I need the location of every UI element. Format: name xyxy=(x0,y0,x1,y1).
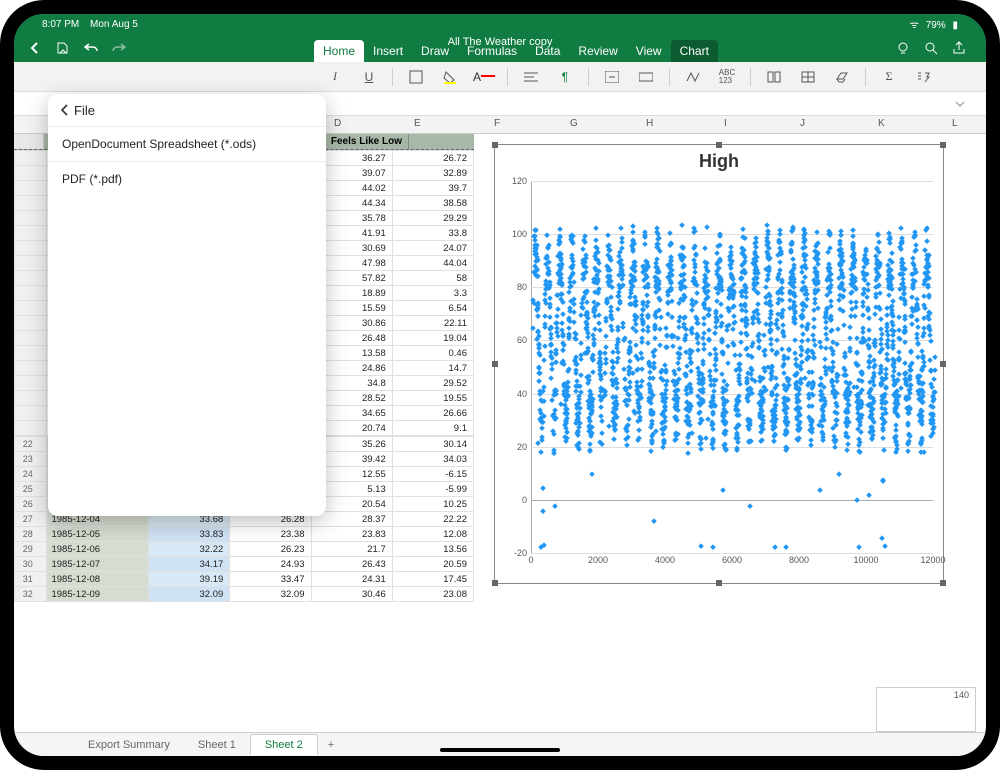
merge-button[interactable] xyxy=(601,66,623,88)
cell-styles-button[interactable] xyxy=(763,66,785,88)
chart-object[interactable]: High -20020406080100120 0200040006000800… xyxy=(494,144,944,584)
insert-delete-button[interactable] xyxy=(635,66,657,88)
wifi-icon: ᯤ xyxy=(910,20,919,31)
battery-icon: ▮ xyxy=(952,20,958,31)
separator xyxy=(392,68,393,86)
separator xyxy=(588,68,589,86)
ipad-frame: 8:07 PM Mon Aug 5 ᯤ 79% ▮ All The Weathe… xyxy=(0,0,1000,770)
borders-button[interactable] xyxy=(405,66,427,88)
add-sheet-button[interactable]: + xyxy=(318,735,344,755)
tab-chart[interactable]: Chart xyxy=(671,40,718,62)
align-button[interactable] xyxy=(520,66,542,88)
chevron-left-icon xyxy=(58,103,72,117)
tab-draw[interactable]: Draw xyxy=(412,40,458,62)
sheet-tab-bar: Export Summary Sheet 1 Sheet 2 + xyxy=(14,732,986,756)
tab-review[interactable]: Review xyxy=(569,40,626,62)
insert-cells-button[interactable] xyxy=(797,66,819,88)
tab-insert[interactable]: Insert xyxy=(364,40,412,62)
resize-handle[interactable] xyxy=(940,142,946,148)
sheet-tab[interactable]: Sheet 2 xyxy=(250,734,318,755)
ribbon-toolbar: I U A ¶ ABC123 Σ xyxy=(14,62,986,92)
export-option-ods[interactable]: OpenDocument Spreadsheet (*.ods) xyxy=(48,126,326,161)
number-format-button[interactable] xyxy=(682,66,704,88)
undo-button[interactable] xyxy=(80,37,102,59)
resize-handle[interactable] xyxy=(492,580,498,586)
search-icon[interactable] xyxy=(920,37,942,59)
separator xyxy=(750,68,751,86)
chart-title[interactable]: High xyxy=(495,151,943,172)
resize-handle[interactable] xyxy=(716,580,722,586)
sort-filter-button[interactable] xyxy=(912,66,934,88)
separator xyxy=(507,68,508,86)
resize-handle[interactable] xyxy=(492,361,498,367)
export-option-pdf[interactable]: PDF (*.pdf) xyxy=(48,161,326,196)
tab-home[interactable]: Home xyxy=(314,40,364,62)
abc-format-button[interactable]: ABC123 xyxy=(716,66,738,88)
tab-view[interactable]: View xyxy=(627,40,671,62)
clear-button[interactable] xyxy=(831,66,853,88)
paragraph-button[interactable]: ¶ xyxy=(554,66,576,88)
battery-pct: 79% xyxy=(926,20,946,31)
lightbulb-icon[interactable] xyxy=(892,37,914,59)
ribbon-tabs: Home Insert Draw Formulas Data Review Vi… xyxy=(314,40,718,62)
back-button[interactable] xyxy=(24,37,46,59)
export-menu-popover: File OpenDocument Spreadsheet (*.ods) PD… xyxy=(48,94,326,516)
resize-handle[interactable] xyxy=(940,580,946,586)
sheet-tab[interactable]: Export Summary xyxy=(74,735,184,755)
resize-handle[interactable] xyxy=(492,142,498,148)
autosum-button[interactable]: Σ xyxy=(878,66,900,88)
underline-button[interactable]: U xyxy=(358,66,380,88)
redo-button[interactable] xyxy=(108,37,130,59)
file-menu-button[interactable] xyxy=(52,37,74,59)
resize-handle[interactable] xyxy=(716,142,722,148)
popover-back-button[interactable]: File xyxy=(48,94,326,126)
status-bar: 8:07 PM Mon Aug 5 ᯤ 79% ▮ xyxy=(14,14,986,34)
home-indicator[interactable] xyxy=(440,748,560,752)
tab-data[interactable]: Data xyxy=(526,40,569,62)
plot-area[interactable]: -20020406080100120 020004000600080001000… xyxy=(531,181,933,553)
tab-formulas[interactable]: Formulas xyxy=(458,40,526,62)
resize-handle[interactable] xyxy=(940,361,946,367)
status-date: Mon Aug 5 xyxy=(90,19,138,30)
sheet-tab[interactable]: Sheet 1 xyxy=(184,735,250,755)
screen: 8:07 PM Mon Aug 5 ᯤ 79% ▮ All The Weathe… xyxy=(14,14,986,756)
fill-color-button[interactable] xyxy=(439,66,461,88)
italic-button[interactable]: I xyxy=(324,66,346,88)
separator xyxy=(865,68,866,86)
status-time: 8:07 PM xyxy=(42,19,79,30)
font-color-button[interactable]: A xyxy=(473,66,495,88)
separator xyxy=(669,68,670,86)
share-icon[interactable] xyxy=(948,37,970,59)
chevron-down-icon[interactable] xyxy=(954,98,966,110)
app-header: All The Weather copy Home Insert Draw Fo… xyxy=(14,34,986,62)
secondary-chart-clip[interactable]: 140 xyxy=(876,687,976,732)
